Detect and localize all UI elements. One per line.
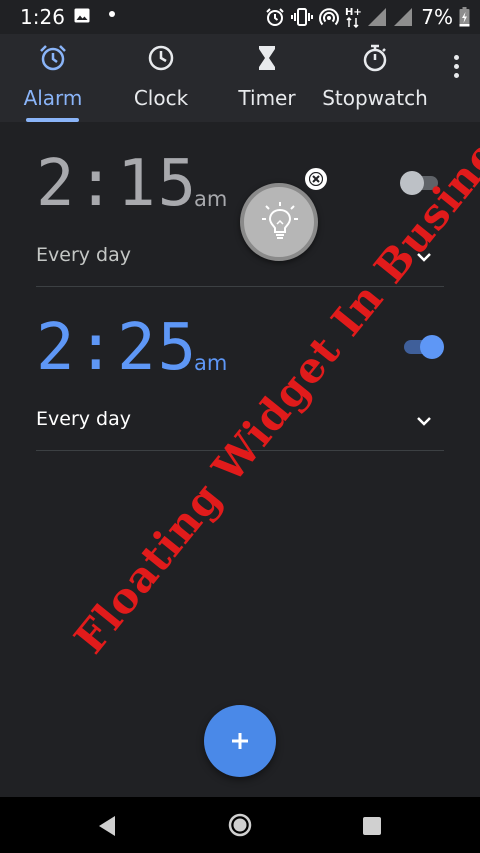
tab-label: Alarm (23, 86, 83, 110)
alarm-ampm: am (194, 187, 228, 211)
tab-clock[interactable]: Clock (124, 34, 198, 122)
alarm-repeat: Every day (36, 408, 131, 430)
status-bar: 1:26 H+ 7% (0, 0, 480, 34)
status-icons: H+ 7% (265, 4, 470, 30)
light-bulb-icon (262, 202, 298, 239)
clock-icon (148, 45, 174, 71)
home-icon[interactable] (228, 813, 252, 837)
notification-dot-icon (109, 11, 115, 17)
alarm-ampm: am (194, 351, 228, 375)
image-icon (74, 8, 90, 23)
hourglass-icon (259, 46, 275, 70)
battery-charging-icon (459, 7, 470, 27)
tab-label: Clock (133, 86, 189, 110)
plus-icon (232, 733, 248, 749)
close-widget-button[interactable] (302, 165, 330, 193)
stopwatch-icon (363, 44, 387, 72)
alarm-time[interactable]: 2:25 (36, 316, 198, 380)
alarm-icon (266, 8, 284, 26)
close-icon (309, 172, 323, 186)
back-icon[interactable] (97, 815, 117, 837)
alarm-time[interactable]: 2:15 (36, 152, 198, 216)
tab-timer[interactable]: Timer (233, 34, 301, 122)
status-time: 1:26 (20, 5, 65, 29)
navigation-bar (0, 797, 480, 853)
hotspot-icon (319, 8, 340, 26)
signal-icon (394, 8, 413, 26)
active-tab-indicator (26, 118, 79, 122)
tab-label: Stopwatch (322, 86, 428, 110)
chevron-down-icon[interactable] (416, 416, 432, 426)
battery-percent: 7% (421, 5, 453, 29)
tab-alarm[interactable]: Alarm (18, 34, 88, 122)
svg-text:H+: H+ (345, 7, 361, 18)
floating-bulb-widget[interactable] (240, 183, 318, 261)
add-alarm-button[interactable] (204, 705, 276, 777)
tab-bar: Alarm Clock Timer Stopwatch (0, 34, 480, 122)
signal-icon (368, 8, 387, 26)
recents-icon[interactable] (362, 816, 382, 836)
vibrate-icon (291, 8, 314, 26)
alarm-toggle[interactable] (400, 334, 444, 359)
more-options-icon[interactable] (452, 55, 460, 81)
tab-stopwatch[interactable]: Stopwatch (322, 34, 428, 122)
tab-label: Timer (238, 86, 296, 110)
alarm-repeat: Every day (36, 244, 131, 266)
alarm-clock-icon (40, 45, 66, 71)
data-hplus-icon: H+ (345, 7, 361, 28)
